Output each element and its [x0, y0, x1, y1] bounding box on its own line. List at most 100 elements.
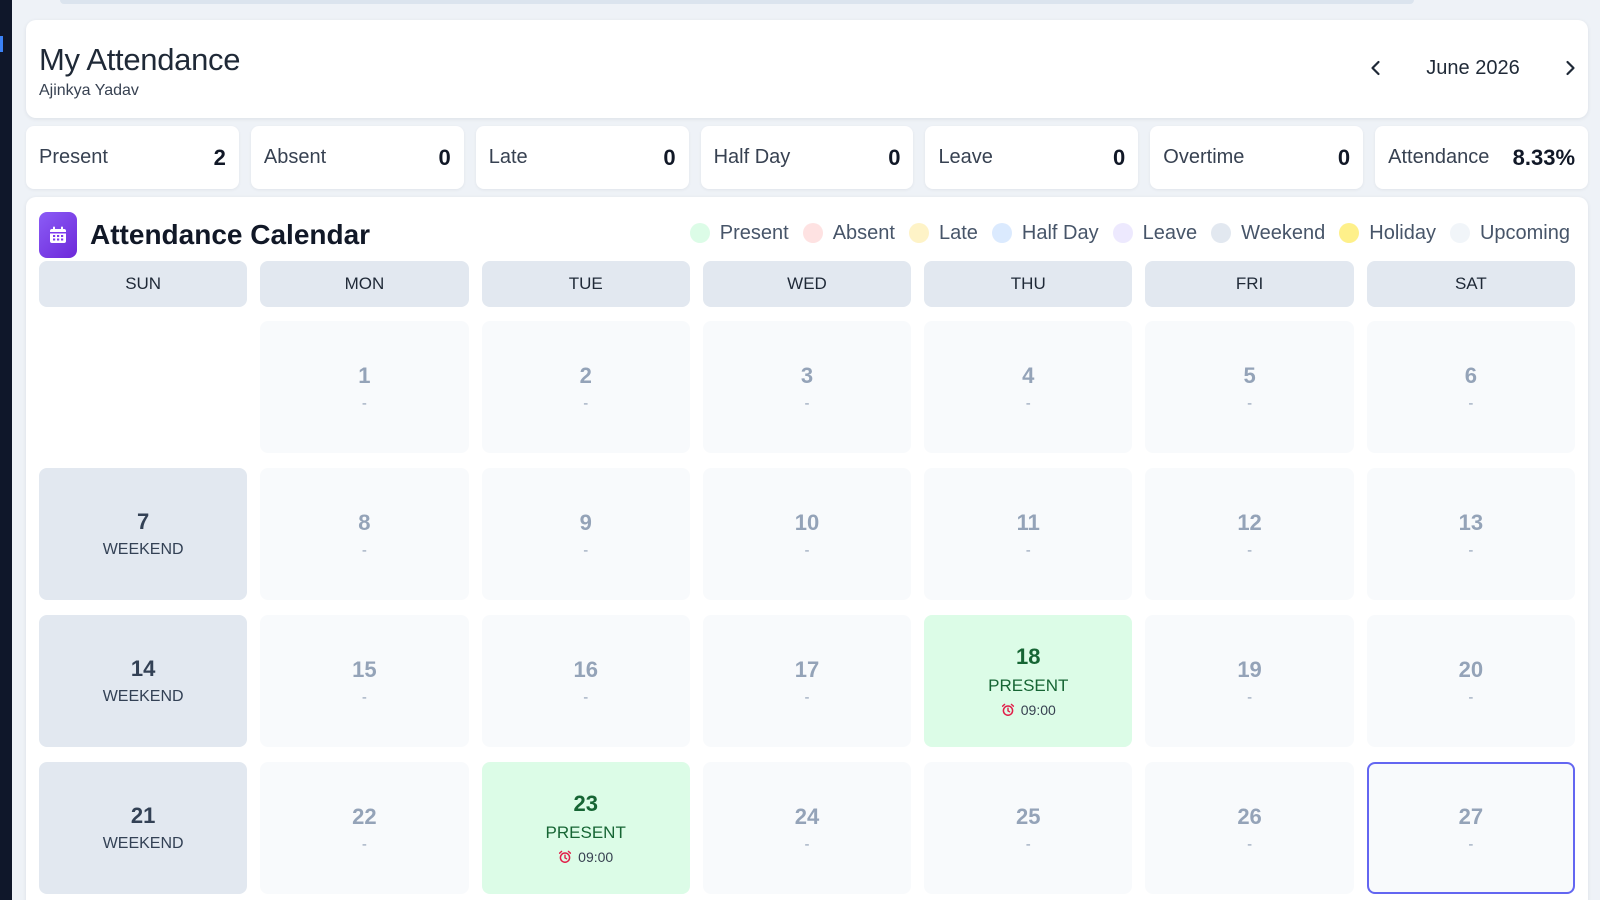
legend-item-weekend: Weekend	[1211, 222, 1325, 245]
app-sidebar-edge	[0, 0, 12, 900]
day-cell-11[interactable]: 11 -	[924, 468, 1133, 600]
day-status: -	[1025, 394, 1031, 412]
day-status: -	[804, 688, 810, 706]
day-cell-10[interactable]: 10 -	[702, 468, 912, 600]
day-cell-1[interactable]: 1-	[260, 321, 469, 453]
legend-item-absent: Absent	[802, 221, 895, 245]
day-cell-23[interactable]: 23 PRESENT 09:00	[481, 762, 690, 894]
stat-label: Absent	[263, 146, 327, 168]
weekday-sun: SUN	[39, 261, 248, 307]
current-month-label: June 2026	[1426, 56, 1520, 79]
check-in-time-value: 09:00	[578, 849, 614, 865]
day-cell-25[interactable]: 25 -	[924, 762, 1133, 894]
legend-dot	[908, 223, 929, 243]
legend-item-holiday: Holiday	[1339, 222, 1436, 245]
day-number: 21	[130, 803, 156, 828]
day-status: PRESENT	[988, 676, 1069, 695]
day-cell-6[interactable]: 6-	[1366, 321, 1575, 453]
weekday-thu: THU	[924, 261, 1133, 307]
day-number: 14	[130, 656, 156, 681]
day-status: -	[583, 688, 589, 706]
weekday-header-row: SUN MON TUE WED THU FRI SAT	[39, 261, 1575, 307]
day-cell-5[interactable]: 5-	[1145, 321, 1354, 453]
day-number: 10	[794, 509, 820, 535]
day-status: -	[1025, 541, 1031, 559]
day-status: -	[1247, 394, 1253, 412]
day-cell-16[interactable]: 16 -	[481, 615, 690, 747]
weekday-tue: TUE	[481, 261, 690, 307]
day-cell-21[interactable]: 21 WEEKEND	[39, 762, 248, 894]
day-cell-19[interactable]: 19 -	[1145, 615, 1354, 747]
legend-label: Late	[938, 221, 978, 244]
calendar-header: Attendance Calendar	[39, 212, 370, 258]
legend-item-upcoming: Upcoming	[1449, 221, 1570, 245]
day-cell-20[interactable]: 20 -	[1366, 615, 1575, 747]
day-number: 2	[579, 362, 592, 388]
calendar-icon	[39, 212, 77, 258]
previous-month-button[interactable]	[1358, 50, 1394, 86]
day-number: 4	[1022, 362, 1035, 388]
stat-value: 8.33%	[1512, 144, 1576, 170]
day-status: -	[1468, 688, 1474, 706]
stat-card-attendance: Attendance 8.33%	[1375, 126, 1589, 189]
day-cell-13[interactable]: 13 -	[1366, 468, 1575, 600]
alarm-clock-icon	[558, 850, 572, 864]
day-cell-3[interactable]: 3-	[702, 321, 912, 453]
day-status: -	[1247, 541, 1253, 559]
day-cell-12[interactable]: 12 -	[1145, 468, 1354, 600]
attendance-stats: Present 2 Absent 0 Late 0 Half Day 0 Leave 0 Overt…	[26, 126, 1589, 189]
legend-dot	[1339, 223, 1360, 243]
day-status: -	[1468, 541, 1474, 559]
legend-item-leave: Leave	[1112, 222, 1197, 245]
alarm-clock-icon	[1001, 703, 1015, 717]
day-status: PRESENT	[545, 823, 626, 842]
stat-value: 0	[663, 144, 676, 170]
day-number: 12	[1237, 509, 1262, 535]
day-cell-27[interactable]: 27 -	[1366, 762, 1575, 894]
stat-card-absent: Absent 0	[250, 126, 464, 189]
stat-label: Attendance	[1388, 146, 1490, 168]
day-cell-17[interactable]: 17 -	[702, 615, 912, 747]
day-number: 8	[358, 509, 371, 535]
day-number: 3	[800, 362, 814, 388]
legend-dot	[689, 223, 710, 243]
stat-label: Overtime	[1163, 146, 1245, 168]
day-cell-9[interactable]: 9-	[481, 468, 690, 600]
day-number: 17	[794, 656, 820, 682]
day-number: 5	[1243, 362, 1256, 388]
day-cell-18[interactable]: 18 PRESENT 09:00	[924, 615, 1133, 747]
calendar-title: Attendance Calendar	[90, 219, 371, 250]
day-cell-7[interactable]: 7 WEEKEND	[39, 468, 248, 600]
stat-card-overtime: Overtime 0	[1150, 126, 1364, 189]
chevron-right-icon	[1566, 60, 1575, 76]
day-cell-4[interactable]: 4-	[924, 321, 1133, 453]
day-cell-14[interactable]: 14 WEEKEND	[39, 615, 248, 747]
day-status: -	[583, 394, 589, 412]
day-number: 23	[573, 791, 598, 816]
month-navigator: June 2026	[1358, 50, 1588, 86]
day-cell-24[interactable]: 24 -	[702, 762, 912, 894]
day-status: -	[1468, 835, 1474, 853]
calendar-days-grid: 1-2-3-4-5-6-7 WEEKEND 8-9-10-11-12-13-14 WE…	[39, 321, 1575, 894]
day-cell-2[interactable]: 2-	[481, 321, 690, 453]
day-number: 25	[1016, 803, 1041, 829]
day-status: WEEKEND	[102, 541, 184, 558]
day-cell-8[interactable]: 8-	[260, 468, 469, 600]
day-number: 26	[1237, 803, 1262, 829]
legend-label: Present	[719, 221, 789, 244]
day-status: -	[361, 835, 367, 853]
day-status: -	[804, 835, 810, 853]
day-status: -	[804, 541, 810, 559]
day-number: 11	[1016, 509, 1040, 535]
legend-label: Half Day	[1021, 221, 1099, 244]
legend-dot	[1112, 223, 1133, 243]
legend-label: Absent	[832, 221, 895, 244]
day-cell-15[interactable]: 15 -	[260, 615, 469, 747]
legend-label: Holiday	[1369, 221, 1436, 244]
legend-label: Upcoming	[1479, 221, 1570, 244]
day-cell-22[interactable]: 22 -	[260, 762, 469, 894]
day-number: 20	[1458, 656, 1484, 682]
stat-value: 0	[1337, 144, 1351, 170]
day-cell-26[interactable]: 26 -	[1145, 762, 1354, 894]
next-month-button[interactable]	[1552, 50, 1588, 86]
